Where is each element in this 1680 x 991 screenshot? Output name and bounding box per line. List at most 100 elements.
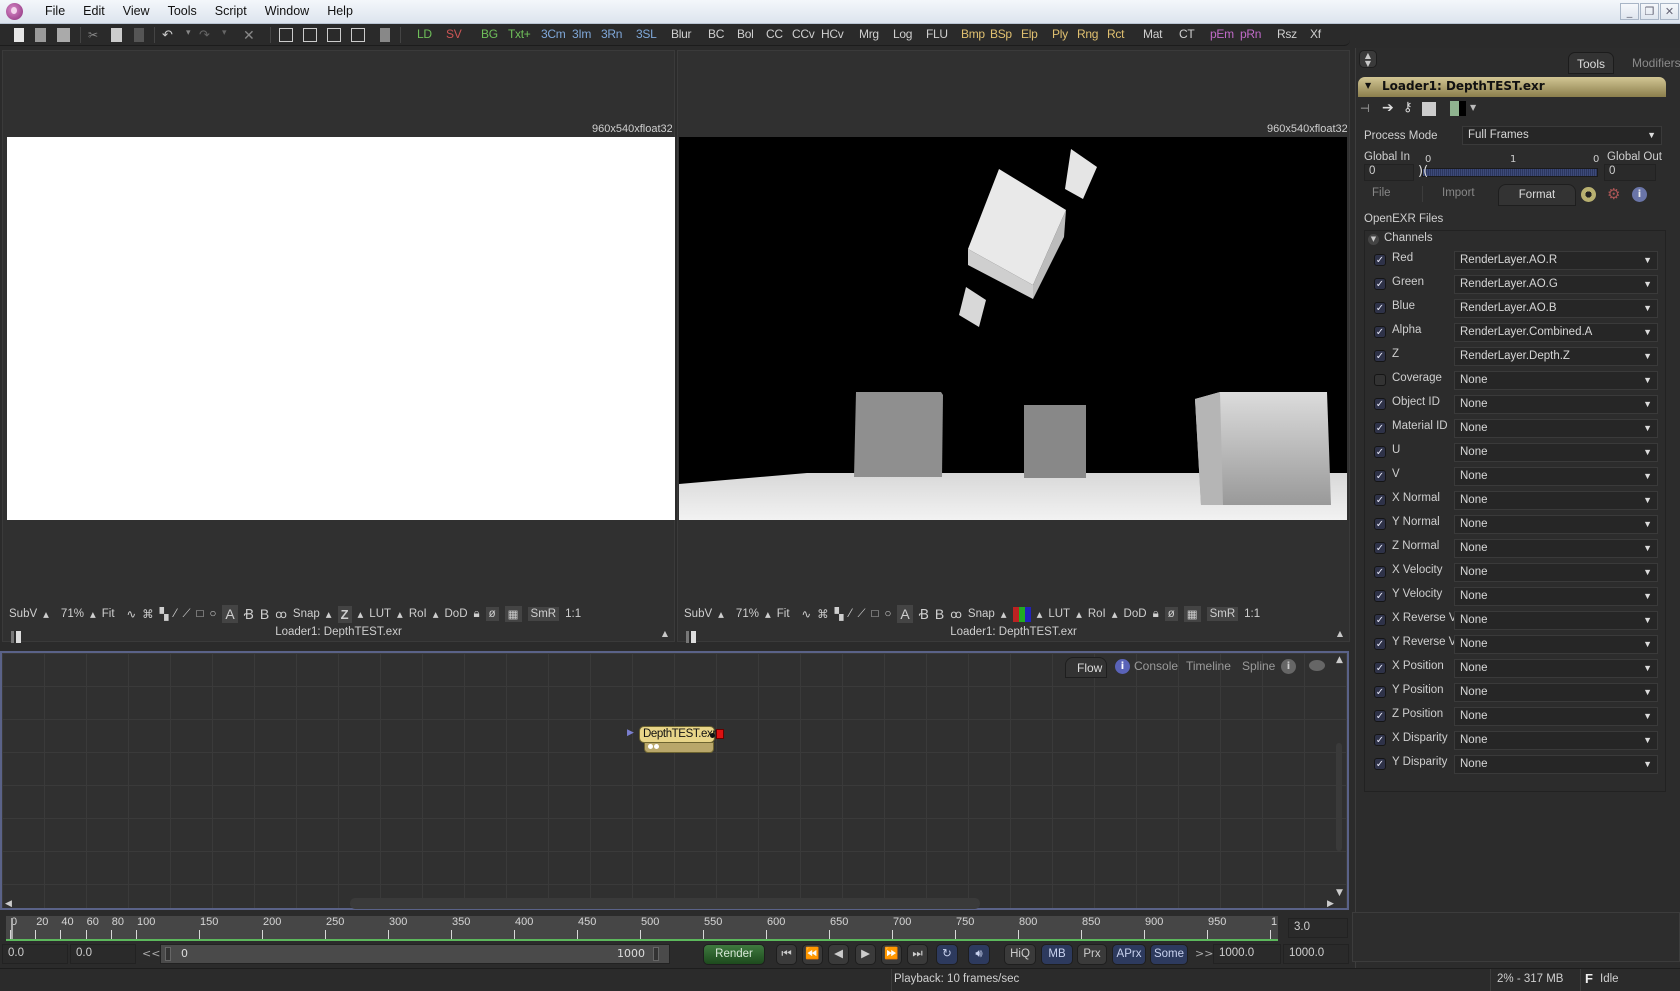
render-end-field[interactable]: 1000.0: [1213, 944, 1281, 964]
snap-dropdown-icon[interactable]: ▴: [1001, 607, 1007, 621]
magic-wand-icon[interactable]: ⟋: [857, 608, 865, 621]
channel-dropdown[interactable]: None: [1454, 515, 1658, 534]
subview-dropdown-icon[interactable]: ▴: [718, 607, 724, 621]
menu-tools[interactable]: Tools: [159, 4, 206, 18]
lut-dropdown-icon[interactable]: ▴: [397, 607, 403, 621]
ab-compare-icon[interactable]: Ꞗ: [244, 605, 254, 624]
smr-button[interactable]: SmR: [1206, 607, 1239, 621]
tool-bitmap-mask[interactable]: Bmp: [961, 27, 985, 41]
bitmap-icon[interactable]: ▚: [160, 607, 169, 621]
scroll-right-icon[interactable]: ▶: [1327, 899, 1334, 909]
channels-collapse-icon[interactable]: ▼: [1368, 234, 1379, 245]
undo-icon[interactable]: ↶: [162, 28, 176, 43]
audio-button[interactable]: 🔊︎: [968, 944, 990, 965]
tool-resize[interactable]: Rsz: [1277, 27, 1297, 41]
smr-button[interactable]: SmR: [527, 607, 560, 621]
tool-polygon-mask[interactable]: Ply: [1052, 27, 1068, 41]
subtab-file[interactable]: File: [1372, 187, 1391, 199]
channel-checkbox[interactable]: ✓: [1374, 422, 1386, 434]
viewer-right[interactable]: 960x540xfloat32 SubV ▴ 71% ▴ Fit ∿ ⌘ ▚ ⁄…: [677, 50, 1350, 643]
channel-dropdown[interactable]: None: [1454, 443, 1658, 462]
pin-icon[interactable]: ⊣: [1360, 102, 1370, 115]
channel-checkbox[interactable]: ✓: [1374, 518, 1386, 530]
info-icon[interactable]: i: [1632, 187, 1647, 202]
zoom-level[interactable]: 71%: [61, 608, 84, 620]
tool-merge[interactable]: Mrg: [859, 27, 879, 41]
tool-transform[interactable]: Xf: [1310, 27, 1321, 41]
range-start-handle[interactable]: [165, 947, 171, 961]
snap-dropdown-icon[interactable]: ▴: [326, 607, 332, 621]
channel-dropdown[interactable]: None: [1454, 467, 1658, 486]
scroll-up-icon[interactable]: ▲: [1336, 655, 1343, 665]
menu-file[interactable]: File: [36, 4, 74, 18]
copy-icon[interactable]: [111, 28, 122, 42]
color-dropdown-icon[interactable]: ▼: [1470, 103, 1476, 112]
subview-button[interactable]: SubV: [9, 608, 37, 620]
flow-vertical-scrollbar[interactable]: [1336, 743, 1342, 851]
paste-icon[interactable]: [134, 28, 144, 42]
global-out-field[interactable]: 0: [1604, 164, 1656, 181]
menu-window[interactable]: Window: [256, 4, 318, 18]
channel-checkbox[interactable]: ✓: [1374, 590, 1386, 602]
dod-button[interactable]: DoD: [1124, 608, 1147, 620]
channel-dropdown[interactable]: RenderLayer.AO.R: [1454, 251, 1658, 270]
tab-spline[interactable]: Spline: [1242, 659, 1275, 673]
checker-icon[interactable]: ▦: [1183, 606, 1201, 622]
tool-color-curves[interactable]: CCv: [792, 27, 815, 41]
roi-dropdown-icon[interactable]: ▴: [1112, 607, 1118, 621]
settings-gear-icon[interactable]: ⚙: [1607, 185, 1620, 203]
channel-dropdown[interactable]: RenderLayer.Combined.A: [1454, 323, 1658, 342]
curve-icon[interactable]: ∿: [127, 607, 137, 621]
flow-horizontal-scrollbar[interactable]: [350, 898, 980, 909]
tool-bspline-mask[interactable]: BSp: [990, 27, 1012, 41]
play-button[interactable]: ▶: [855, 944, 876, 965]
fit-button[interactable]: Fit: [102, 608, 115, 620]
zoom-dropdown-icon[interactable]: ▴: [765, 607, 771, 621]
render-start-field[interactable]: 0.0: [70, 944, 136, 964]
tool-color-swatch[interactable]: [1450, 101, 1466, 116]
curve-icon[interactable]: ∿: [802, 607, 812, 621]
range-prev-button[interactable]: <<: [142, 947, 160, 960]
zoom-dropdown-icon[interactable]: ▴: [90, 607, 96, 621]
channel-checkbox[interactable]: ✓: [1374, 494, 1386, 506]
rectangle-icon[interactable]: □: [872, 608, 879, 620]
channel-checkbox[interactable]: ✓: [1374, 254, 1386, 266]
undo-dropdown-icon[interactable]: ▾: [186, 28, 200, 42]
lut-dropdown-icon[interactable]: ▴: [1076, 607, 1082, 621]
save-settings-icon[interactable]: [1422, 102, 1436, 116]
key-icon[interactable]: ⚷: [1403, 100, 1413, 115]
node-output-icon[interactable]: [716, 729, 724, 739]
ab-compare-icon[interactable]: Ꞗ: [919, 605, 929, 624]
tool-loader[interactable]: LD: [417, 27, 432, 41]
process-mode-dropdown[interactable]: Full Frames: [1462, 126, 1662, 145]
channel-dropdown[interactable]: None: [1454, 683, 1658, 702]
ellipse-icon[interactable]: ○: [209, 608, 216, 620]
subview-dropdown-icon[interactable]: ▴: [43, 607, 49, 621]
redo-icon[interactable]: ↷: [199, 28, 213, 43]
fit-button[interactable]: Fit: [777, 608, 790, 620]
playhead[interactable]: [11, 918, 13, 939]
channel-dropdown[interactable]: None: [1454, 491, 1658, 510]
tool-channel-booleans[interactable]: CT: [1179, 27, 1195, 41]
ratio-button[interactable]: 1:1: [1244, 608, 1260, 620]
tool-particle-emitter[interactable]: pEm: [1210, 27, 1234, 41]
stereo-icon[interactable]: ø: [1164, 607, 1178, 621]
buffer-a-button[interactable]: A: [897, 605, 913, 623]
global-range-slider[interactable]: [1422, 168, 1598, 177]
tool-matte-control[interactable]: Mat: [1143, 27, 1162, 41]
lut-button[interactable]: LUT: [1048, 608, 1070, 620]
loop-button[interactable]: ↻: [936, 944, 958, 965]
channel-dropdown[interactable]: None: [1454, 611, 1658, 630]
snap-button[interactable]: Snap: [968, 608, 995, 620]
buffer-b-button[interactable]: B: [935, 606, 944, 622]
channel-checkbox[interactable]: ✓: [1374, 638, 1386, 650]
subtab-format[interactable]: Format: [1498, 184, 1576, 206]
channel-checkbox[interactable]: ✓: [1374, 566, 1386, 578]
channel-dropdown[interactable]: RenderLayer.Depth.Z: [1454, 347, 1658, 366]
tool-text-plus[interactable]: Txt+: [508, 27, 531, 41]
snap-button[interactable]: Snap: [293, 608, 320, 620]
tool-ranges-mask[interactable]: Rng: [1077, 27, 1098, 41]
motion-blur-button[interactable]: MB: [1041, 944, 1073, 965]
channel-dropdown[interactable]: None: [1454, 563, 1658, 582]
subview-button[interactable]: SubV: [684, 608, 712, 620]
